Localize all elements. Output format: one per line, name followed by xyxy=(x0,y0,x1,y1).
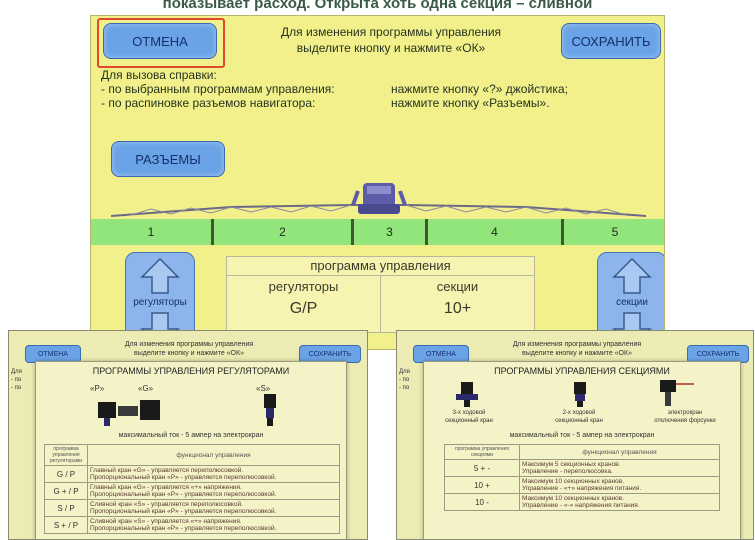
drain-valve-icon xyxy=(264,394,276,426)
row-line-1: Максимум 5 секционных кранов. xyxy=(522,461,621,468)
regulators-value: G/P xyxy=(289,300,318,317)
control-program-title: программа управления xyxy=(227,257,534,276)
row-line-2: Пропорциональный кран «P» - управляется … xyxy=(90,474,277,481)
nozzle-valve-icon xyxy=(660,380,694,406)
row-line-1: Сливной кран «S» - управляется переполюс… xyxy=(90,501,243,508)
row-line-2: Управление - «-» напряжения питания. xyxy=(522,502,640,509)
sprayer-boom-illustration xyxy=(111,183,646,217)
max-current-note: максимальный ток - 5 ампер на электрокра… xyxy=(509,432,655,439)
column-header: функционал управления xyxy=(519,444,720,460)
table-header-row: программа управления секциями функционал… xyxy=(444,444,720,460)
nozzle-valve-caption-2: отключения форсунки xyxy=(654,418,716,424)
row-line-2: Пропорциональный кран «P» - управляется … xyxy=(90,525,277,532)
sections-value: 10+ xyxy=(443,300,472,317)
instruction-line-1: Для изменения программы управления xyxy=(124,341,254,348)
regulator-valves-icon xyxy=(98,400,160,426)
row-line-1: Главный кран «G» - управляется переполюс… xyxy=(90,467,244,474)
save-button[interactable]: СОХРАНИТЬ xyxy=(561,23,661,59)
control-program-table: программа управления регуляторы G/P секц… xyxy=(226,256,535,333)
help-fragment: Для xyxy=(399,369,410,375)
three-way-valve-caption-2: секционный кран xyxy=(445,418,493,424)
row-line-2: Пропорциональный кран «P» - управляется … xyxy=(90,491,277,498)
program-code: 10 + xyxy=(444,476,520,494)
program-code: G / P xyxy=(44,465,88,483)
main-screen: ОТМЕНА СОХРАНИТЬ Для изменения программы… xyxy=(90,15,665,350)
sections-cell: секции 10+ xyxy=(381,276,534,332)
help-row1-right: нажмите кнопку «?» джойстика; xyxy=(391,82,568,96)
help-title: Для вызова справки: xyxy=(101,68,217,82)
regulators-help-popup: ПРОГРАММЫ УПРАВЛЕНИЯ РЕГУЛЯТОРАМИ «P» «G… xyxy=(35,361,347,539)
sections-button-label: секции xyxy=(616,297,648,308)
instruction-line-1: Для изменения программы управления xyxy=(280,25,502,39)
instruction-line-1: Для изменения программы управления xyxy=(512,341,642,348)
nozzle-valve-caption-1: электрокран xyxy=(667,410,703,416)
table-row: S + / P Сливной кран «S» - управляется «… xyxy=(44,516,340,534)
section-4: 4 xyxy=(428,219,561,245)
two-way-valve-icon xyxy=(574,382,586,407)
instruction-line-2: выделите кнопку и нажмите «ОК» xyxy=(522,350,632,357)
table-row: 5 + - Максимум 5 секционных кранов. Управ… xyxy=(444,459,720,477)
popup-title: ПРОГРАММЫ УПРАВЛЕНИЯ РЕГУЛЯТОРАМИ xyxy=(92,366,290,376)
help-fragment: Для xyxy=(11,369,22,375)
regulators-header: регуляторы xyxy=(268,279,339,294)
regulators-button-label: регуляторы xyxy=(133,297,187,308)
program-code: S / P xyxy=(44,499,88,517)
table-row: 10 + Максимум 10 секционных кранов. Управ… xyxy=(444,476,720,494)
two-way-valve-caption-1: 2-х ходовой xyxy=(562,410,596,416)
regulators-cell: регуляторы G/P xyxy=(227,276,381,332)
sections-header: секции xyxy=(436,279,479,294)
regulators-help-screenshot: ОТМЕНА СОХРАНИТЬ Для изменения программы… xyxy=(8,330,368,540)
program-code: 10 - xyxy=(444,493,520,511)
table-row: G + / P Главный кран «G» - управляется «… xyxy=(44,482,340,500)
help-fragment: - по xyxy=(11,377,22,383)
instruction-line-2: выделите кнопку и нажмите «ОК» xyxy=(134,350,244,357)
sections-help-screenshot: ОТМЕНА СОХРАНИТЬ Для изменения программы… xyxy=(396,330,754,540)
help-fragment: - по xyxy=(399,377,410,383)
cancel-button[interactable]: ОТМЕНА xyxy=(103,23,217,59)
arrow-up-icon xyxy=(612,257,652,294)
help-fragment: - по xyxy=(11,385,22,391)
section-2: 2 xyxy=(214,219,351,245)
row-line-2: Пропорциональный кран «P» - управляется … xyxy=(90,508,277,515)
column-header: программа управления регуляторами xyxy=(44,444,88,466)
sections-program-table: программа управления секциями функционал… xyxy=(444,444,720,511)
instruction-line-2: выделите кнопку и нажмите «ОК» xyxy=(296,41,486,55)
popup-title: ПРОГРАММЫ УПРАВЛЕНИЯ СЕКЦИЯМИ xyxy=(494,366,670,376)
program-code: S + / P xyxy=(44,516,88,534)
table-row: S / P Сливной кран «S» - управляется пер… xyxy=(44,499,340,517)
row-line-1: Максимум 10 секционных кранов. xyxy=(522,478,625,485)
caption-text: показывает расход. Открыта хоть одна сек… xyxy=(162,0,593,12)
section-1: 1 xyxy=(91,219,211,245)
three-way-valve-caption-1: 3-х ходовой xyxy=(452,410,486,416)
regulators-program-table: программа управления регуляторами функци… xyxy=(44,444,340,534)
table-header-row: программа управления регуляторами функци… xyxy=(44,444,340,466)
table-row: 10 - Максимум 10 секционных кранов. Управ… xyxy=(444,493,720,511)
program-code: 5 + - xyxy=(444,459,520,477)
table-row: G / P Главный кран «G» - управляется пер… xyxy=(44,465,340,483)
three-way-valve-icon xyxy=(456,382,478,407)
help-row2-left: - по распиновке разъемов навигатора: xyxy=(101,96,316,110)
two-way-valve-caption-2: секционный кран xyxy=(555,418,603,424)
section-strip: 1 2 3 4 5 xyxy=(91,219,664,245)
sections-help-popup: ПРОГРАММЫ УПРАВЛЕНИЯ СЕКЦИЯМИ 3-х ходово… xyxy=(423,361,741,539)
row-line-2: Управление - переполюсовка. xyxy=(522,468,613,475)
arrow-up-icon xyxy=(140,257,180,294)
row-line-1: Сливной кран «S» - управляется «+» напря… xyxy=(90,518,242,525)
column-header: программа управления секциями xyxy=(444,444,520,460)
help-row1-left: - по выбранным программам управления: xyxy=(101,82,335,96)
help-fragment: - по xyxy=(399,385,410,391)
program-code: G + / P xyxy=(44,482,88,500)
help-row2-right: нажмите кнопку «Разъемы». xyxy=(391,96,550,110)
max-current-note: максимальный ток - 5 ампер на электрокра… xyxy=(118,432,264,439)
row-line-2: Управление - «+» напряжения питания. xyxy=(522,485,642,492)
row-line-1: Главный кран «G» - управляется «+» напря… xyxy=(90,484,242,491)
section-3: 3 xyxy=(354,219,425,245)
section-5: 5 xyxy=(564,219,664,245)
row-line-1: Максимум 10 секционных кранов. xyxy=(522,495,625,502)
column-header: функционал управления xyxy=(87,444,340,466)
